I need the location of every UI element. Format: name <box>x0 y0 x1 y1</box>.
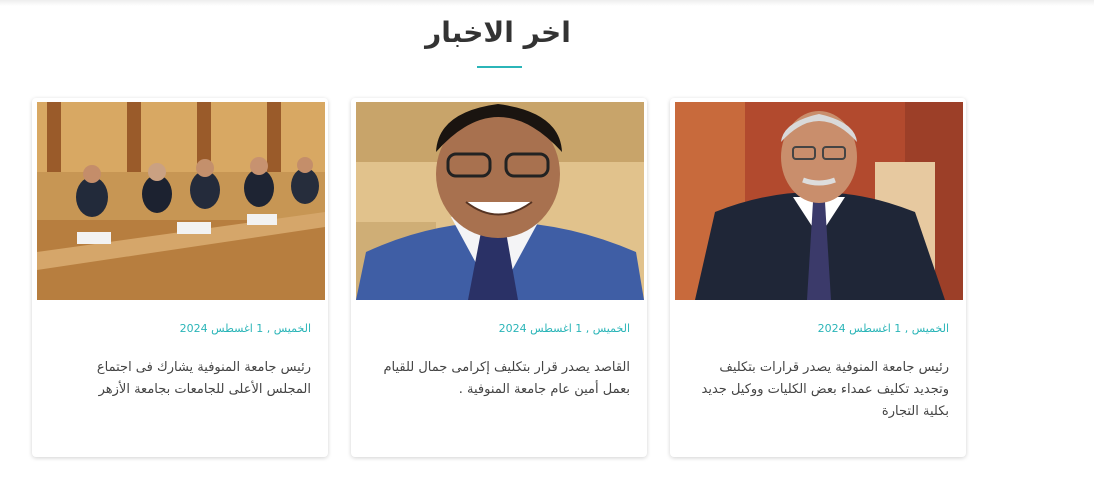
council-meeting-photo <box>37 102 325 300</box>
smiling-man-photo <box>356 102 644 300</box>
news-card[interactable]: الخميس , 1 اغسطس 2024 رئيس جامعة المنوفي… <box>670 98 966 457</box>
news-card[interactable]: الخميس , 1 اغسطس 2024 رئيس جامعة المنوفي… <box>32 98 328 457</box>
news-date: الخميس , 1 اغسطس 2024 <box>498 322 630 335</box>
news-headline[interactable]: القاصد يصدر قرار بتكليف إكرامى جمال للقي… <box>368 357 630 401</box>
official-portrait-photo <box>675 102 963 300</box>
news-image-official-portrait[interactable] <box>675 102 963 300</box>
news-date: الخميس , 1 اغسطس 2024 <box>817 322 949 335</box>
news-headline[interactable]: رئيس جامعة المنوفية يصدر قرارات بتكليف و… <box>687 357 949 423</box>
news-date: الخميس , 1 اغسطس 2024 <box>179 322 311 335</box>
news-card[interactable]: الخميس , 1 اغسطس 2024 القاصد يصدر قرار ب… <box>351 98 647 457</box>
news-image-council-meeting[interactable] <box>37 102 325 300</box>
news-image-smiling-man[interactable] <box>356 102 644 300</box>
news-headline[interactable]: رئيس جامعة المنوفية يشارك فى اجتماع المج… <box>49 357 311 401</box>
news-cards: الخميس , 1 اغسطس 2024 رئيس جامعة المنوفي… <box>0 0 1094 483</box>
